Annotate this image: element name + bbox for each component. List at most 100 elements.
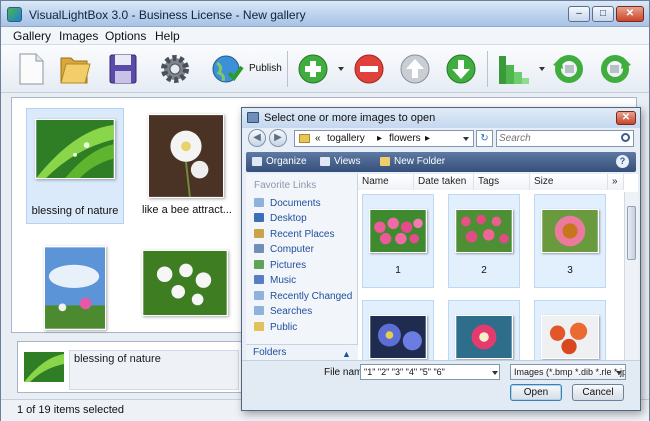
breadcrumb-togallery[interactable]: togallery	[327, 133, 365, 144]
breadcrumb-flowers[interactable]: flowers	[389, 133, 421, 144]
file-name-dropdown-arrow[interactable]	[492, 371, 498, 375]
menu-help[interactable]: Help	[155, 29, 180, 43]
recent-places-icon	[254, 229, 264, 238]
rotate-left-icon	[553, 55, 583, 83]
new-document-icon	[19, 53, 44, 85]
menu-gallery[interactable]: Gallery	[13, 29, 51, 43]
column-name[interactable]: Name	[358, 174, 414, 190]
sort-button[interactable]	[495, 51, 531, 87]
rotate-right-button[interactable]	[597, 51, 633, 87]
file-thumbnail-tulips	[369, 209, 427, 253]
favorite-pictures[interactable]: Pictures	[254, 260, 306, 274]
info-thumbnail-image	[24, 352, 64, 382]
file-thumbnail-echinacea	[541, 209, 599, 253]
favorite-recently-changed[interactable]: Recently Changed	[254, 291, 352, 305]
open-gallery-button[interactable]	[57, 51, 93, 87]
chevron-up-icon: ▲	[342, 349, 351, 359]
remove-image-button[interactable]	[351, 51, 387, 87]
address-dropdown-arrow[interactable]	[463, 137, 469, 141]
public-folder-icon	[254, 322, 264, 331]
file-item[interactable]: 3	[534, 194, 606, 288]
gear-icon	[161, 55, 189, 83]
organize-icon	[252, 157, 262, 166]
window-title: VisualLightBox 3.0 - Business License - …	[29, 8, 306, 22]
search-icon[interactable]	[621, 133, 630, 142]
publish-button[interactable]	[209, 51, 245, 87]
file-name-field[interactable]: "1" "2" "3" "4" "5" "6"	[360, 364, 500, 380]
file-item[interactable]: 1	[362, 194, 434, 288]
open-button[interactable]: Open	[510, 384, 562, 401]
new-folder-button[interactable]: New Folder	[394, 156, 445, 167]
file-item[interactable]: 2	[448, 194, 520, 288]
toolbar: Publish	[1, 45, 649, 93]
dialog-close-button[interactable]: ✕	[616, 111, 636, 125]
menu-images[interactable]: Images	[59, 29, 98, 43]
organize-button[interactable]: Organize	[266, 156, 307, 167]
folders-label: Folders	[253, 347, 287, 358]
gallery-item-caption: like a bee attract...	[142, 204, 232, 216]
menu-bar: Gallery Images Options Help	[1, 27, 649, 45]
move-down-button[interactable]	[443, 51, 479, 87]
views-button[interactable]: Views	[334, 156, 361, 167]
favorite-searches[interactable]: Searches	[254, 306, 312, 320]
column-tags[interactable]: Tags	[474, 174, 530, 190]
favorite-documents[interactable]: Documents	[254, 198, 321, 212]
save-disk-icon	[109, 54, 137, 84]
recently-changed-icon	[254, 291, 264, 300]
favorite-recent-places[interactable]: Recent Places	[254, 229, 334, 243]
save-gallery-button[interactable]	[105, 51, 141, 87]
back-button[interactable]: ◀	[248, 129, 266, 147]
documents-icon	[254, 198, 264, 207]
gallery-item[interactable]	[26, 238, 124, 354]
command-bar: Organize Views New Folder ?	[246, 152, 636, 172]
searches-icon	[254, 306, 264, 315]
close-button[interactable]: ✕	[616, 6, 644, 22]
file-name: 2	[481, 265, 487, 276]
add-dropdown-arrow[interactable]	[338, 67, 344, 71]
file-list-scrollbar[interactable]	[624, 192, 638, 360]
file-thumbnail-coneflowers	[455, 209, 513, 253]
folders-toggle[interactable]: Folders ▲	[246, 344, 358, 360]
new-gallery-button[interactable]	[13, 51, 49, 87]
file-name: 1	[395, 265, 401, 276]
favorite-desktop[interactable]: Desktop	[254, 213, 307, 227]
title-bar: VisualLightBox 3.0 - Business License - …	[1, 1, 649, 27]
more-columns-button[interactable]: »	[608, 174, 624, 190]
file-type-dropdown-arrow[interactable]	[616, 371, 622, 375]
add-images-button[interactable]	[295, 51, 331, 87]
thumbnail-white-blossoms-image	[142, 250, 228, 316]
gallery-item[interactable]	[138, 238, 236, 354]
search-input[interactable]	[499, 132, 617, 145]
toolbar-separator	[287, 51, 288, 87]
menu-options[interactable]: Options	[105, 29, 146, 43]
gallery-item[interactable]: blessing of nature	[26, 108, 124, 224]
scrollbar-thumb[interactable]	[627, 206, 636, 260]
favorite-public[interactable]: Public	[254, 322, 297, 336]
forward-button[interactable]: ▶	[269, 129, 287, 147]
help-icon[interactable]: ?	[616, 155, 629, 168]
favorite-music[interactable]: Music	[254, 275, 296, 289]
image-caption-field[interactable]: blessing of nature	[69, 350, 239, 390]
favorite-label: Desktop	[270, 213, 307, 224]
rotate-left-button[interactable]	[551, 51, 587, 87]
gallery-item[interactable]: like a bee attract...	[138, 108, 236, 224]
refresh-icon[interactable]: ↻	[476, 130, 493, 147]
breadcrumb-separator[interactable]: ▸	[425, 133, 430, 144]
minimize-button[interactable]: –	[568, 6, 590, 22]
sort-dropdown-arrow[interactable]	[539, 67, 545, 71]
cancel-button[interactable]: Cancel	[572, 384, 624, 401]
address-bar[interactable]: « togallery ▸ flowers ▸	[294, 130, 474, 147]
breadcrumb-separator[interactable]: ▸	[377, 133, 382, 144]
breadcrumb-overflow[interactable]: «	[315, 133, 321, 144]
move-up-button[interactable]	[397, 51, 433, 87]
column-size[interactable]: Size	[530, 174, 608, 190]
arrow-up-icon	[400, 54, 430, 84]
settings-button[interactable]	[157, 51, 193, 87]
open-file-dialog: Select one or more images to open ✕ ◀ ▶ …	[241, 107, 641, 411]
favorite-computer[interactable]: Computer	[254, 244, 314, 258]
dialog-title-bar: Select one or more images to open ✕	[242, 108, 640, 128]
maximize-button[interactable]: □	[592, 6, 614, 22]
publish-label: Publish	[249, 63, 282, 74]
column-date-taken[interactable]: Date taken	[414, 174, 474, 190]
file-type-select[interactable]: Images (*.bmp *.dib *.rle *.jpg	[510, 364, 626, 380]
